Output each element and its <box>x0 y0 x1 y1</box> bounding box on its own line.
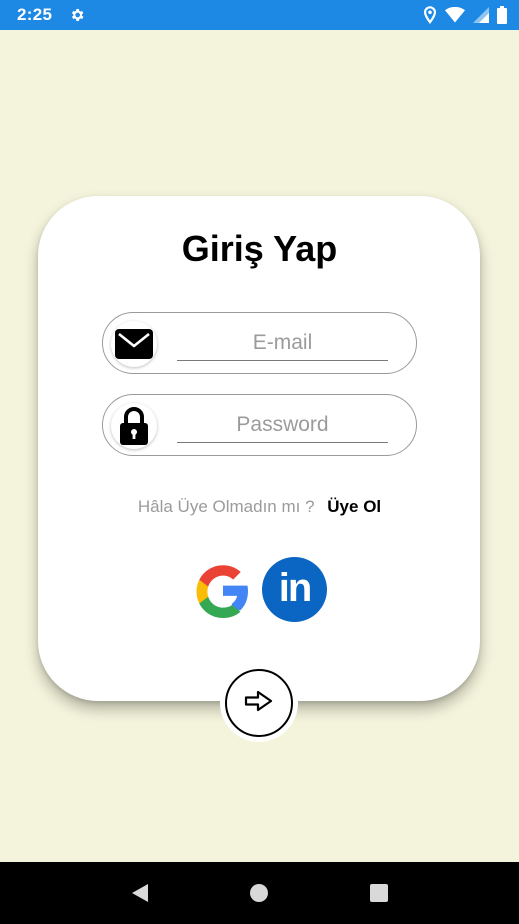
navigation-bar <box>0 862 519 924</box>
back-icon[interactable] <box>125 878 155 908</box>
email-input[interactable] <box>177 325 388 361</box>
email-field[interactable] <box>102 312 417 374</box>
page-title: Giriş Yap <box>181 228 338 269</box>
submit-button-ring <box>220 664 298 742</box>
battery-icon <box>497 6 507 24</box>
signup-link[interactable]: Üye Ol <box>327 497 381 516</box>
password-field[interactable] <box>102 394 417 456</box>
status-icons <box>423 6 507 24</box>
gear-icon <box>68 6 86 24</box>
signup-question: Hâla Üye Olmadın mı ? <box>137 497 315 516</box>
submit-button[interactable] <box>225 669 293 737</box>
signup-row: Hâla Üye Olmadın mı ? Üye Ol <box>0 497 519 517</box>
mail-icon <box>111 321 157 367</box>
linkedin-icon[interactable]: in <box>262 557 327 622</box>
lock-icon <box>111 403 157 449</box>
wifi-icon <box>445 7 465 23</box>
recents-icon[interactable] <box>364 878 394 908</box>
password-input[interactable] <box>177 407 388 443</box>
status-time: 2:25 <box>17 5 53 24</box>
linkedin-label: in <box>278 566 313 610</box>
signal-icon <box>473 7 489 23</box>
arrow-right-icon <box>244 689 274 718</box>
google-icon[interactable] <box>193 560 253 620</box>
home-icon[interactable] <box>244 878 274 908</box>
location-icon <box>423 6 437 24</box>
status-bar: 2:25 <box>0 0 519 30</box>
